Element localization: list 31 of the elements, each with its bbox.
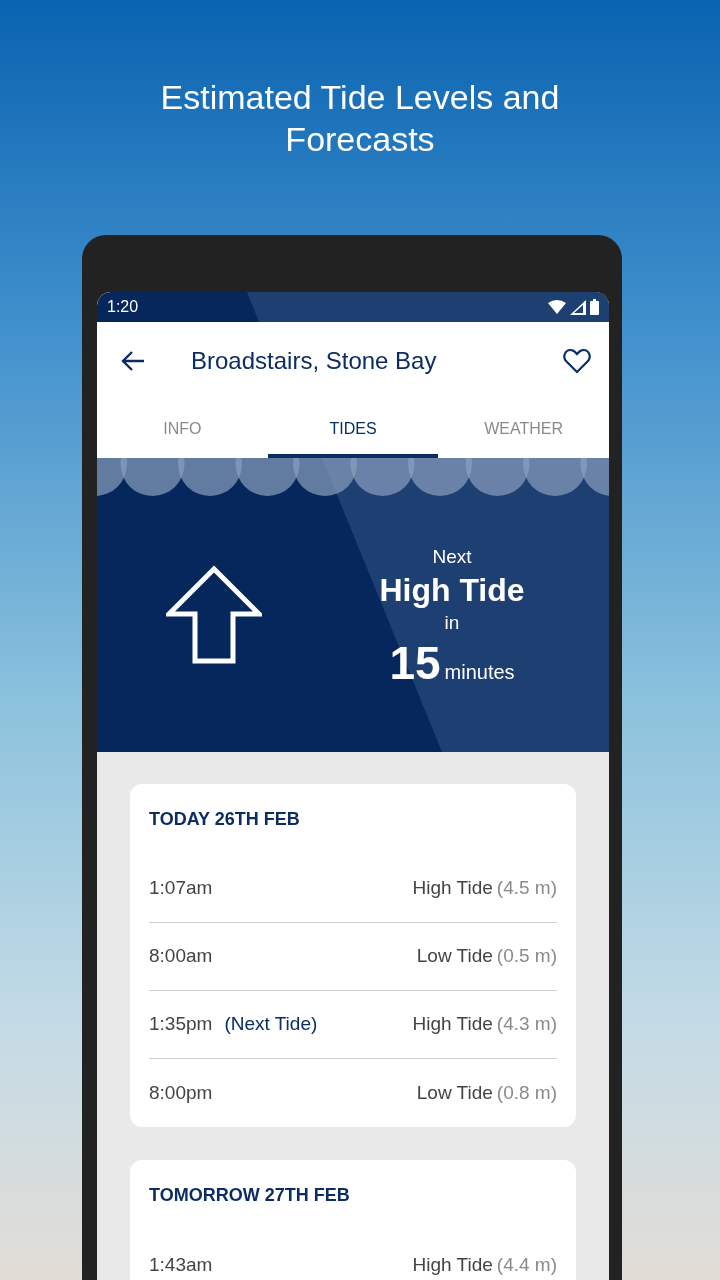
tide-time: 1:43am (149, 1252, 213, 1277)
countdown-number: 15 (389, 637, 441, 688)
back-arrow-icon[interactable] (121, 350, 145, 372)
tide-type: Low Tide (416, 944, 493, 969)
day-heading: TODAY 26TH FEB (149, 808, 301, 831)
tide-type: High Tide (412, 1252, 493, 1277)
next-label: Next (432, 544, 472, 569)
countdown-unit: minutes (444, 659, 515, 685)
day-heading: TOMORROW 27TH FEB (149, 1184, 351, 1207)
signal-icon (570, 299, 586, 315)
tide-height: (4.4 m) (496, 1252, 557, 1277)
tide-height: (4.5 m) (496, 876, 557, 901)
headline: Estimated Tide Levels and Forecasts (159, 77, 561, 160)
tide-time: 8:00pm (149, 1080, 213, 1105)
wifi-icon (548, 300, 566, 314)
battery-icon (590, 299, 599, 315)
tide-height: (0.8 m) (496, 1080, 557, 1105)
tide-height: (0.5 m) (496, 944, 557, 969)
tide-type: High Tide (379, 571, 525, 609)
heart-icon[interactable] (563, 348, 591, 374)
tide-type: High Tide (412, 1012, 493, 1037)
tide-type: High Tide (412, 876, 493, 901)
next-tide-label: (Next Tide) (224, 1012, 318, 1037)
tide-type: Low Tide (416, 1080, 493, 1105)
clock-time: 1:20 (107, 297, 139, 317)
tide-time: 1:35pm (149, 1012, 213, 1037)
tide-height: (4.3 m) (496, 1012, 557, 1037)
location-title: Broadstairs, Stone Bay (191, 346, 438, 376)
in-label: in (444, 611, 460, 635)
tide-time: 1:07am (149, 876, 213, 901)
tide-time: 8:00am (149, 944, 213, 969)
